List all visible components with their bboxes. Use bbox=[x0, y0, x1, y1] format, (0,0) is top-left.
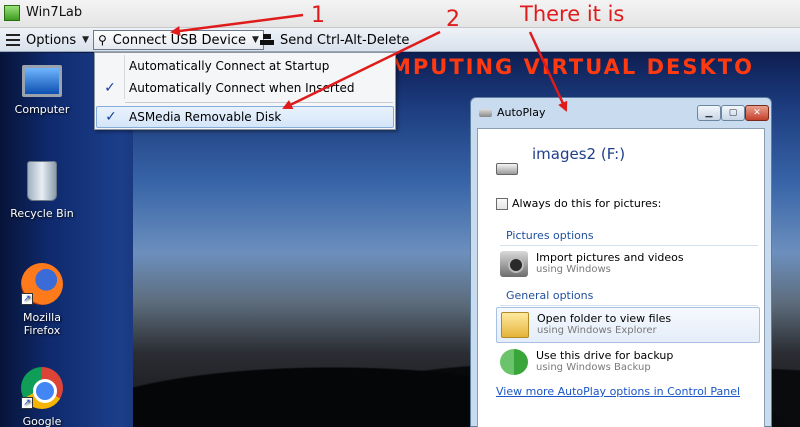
removable-drive-icon bbox=[496, 163, 518, 175]
chevron-down-icon: ▼ bbox=[82, 35, 90, 45]
hamburger-icon bbox=[6, 34, 20, 46]
section-divider bbox=[500, 305, 758, 306]
desktop-icon-label: Google bbox=[22, 415, 62, 427]
annotation-1: 1 bbox=[311, 3, 325, 28]
drive-small-icon bbox=[479, 109, 492, 117]
desktop-icon-recycle-bin[interactable]: Recycle Bin bbox=[2, 161, 82, 220]
desktop-icon-label: Mozilla Firefox bbox=[23, 311, 61, 337]
title-bar: Win7Lab bbox=[0, 0, 800, 28]
control-panel-link[interactable]: View more AutoPlay options in Control Pa… bbox=[496, 385, 740, 398]
autoplay-body: images2 (F:) Always do this for pictures… bbox=[477, 128, 765, 427]
menu-item-connect-when-inserted[interactable]: ✓ Automatically Connect when Inserted bbox=[96, 77, 394, 99]
options-button[interactable]: Options ▼ bbox=[2, 30, 93, 50]
usb-device-menu: Automatically Connect at Startup ✓ Autom… bbox=[94, 52, 396, 130]
option-title: Open folder to view files bbox=[537, 312, 672, 325]
option-title: Import pictures and videos bbox=[536, 251, 684, 264]
use-drive-for-backup-option[interactable]: Use this drive for backup using Windows … bbox=[496, 345, 760, 381]
drive-name: images2 (F:) bbox=[532, 145, 626, 163]
annotation-2: 2 bbox=[446, 7, 460, 32]
backup-icon bbox=[500, 349, 528, 375]
autoplay-title: AutoPlay bbox=[497, 106, 546, 119]
folder-icon bbox=[501, 312, 529, 338]
connect-usb-device-button[interactable]: ⚲ Connect USB Device ▼ bbox=[93, 30, 264, 50]
usb-icon: ⚲ bbox=[98, 33, 107, 47]
menu-item-label: Automatically Connect at Startup bbox=[124, 55, 329, 77]
minimize-button[interactable]: ▁ bbox=[697, 105, 721, 121]
menu-item-label: ASMedia Removable Disk bbox=[129, 110, 282, 124]
connect-usb-label: Connect USB Device bbox=[112, 32, 246, 48]
chrome-icon: ↗ bbox=[21, 367, 63, 409]
desktop-icon-chrome[interactable]: ↗ Google bbox=[2, 367, 82, 427]
option-subtitle: using Windows Backup bbox=[536, 362, 651, 373]
options-label: Options bbox=[26, 32, 77, 48]
send-cad-label: Send Ctrl-Alt-Delete bbox=[280, 32, 410, 48]
app-icon bbox=[4, 5, 20, 21]
general-options-heading: General options bbox=[506, 289, 594, 302]
import-pictures-option[interactable]: Import pictures and videos using Windows bbox=[496, 247, 760, 283]
menu-item-asmedia-removable-disk[interactable]: ✓ ASMedia Removable Disk bbox=[96, 106, 394, 128]
always-label: Always do this for pictures: bbox=[512, 197, 662, 210]
option-subtitle: using Windows bbox=[536, 264, 611, 275]
check-icon: ✓ bbox=[104, 80, 116, 96]
camera-icon bbox=[500, 251, 528, 277]
check-icon: ✓ bbox=[105, 109, 117, 125]
pictures-options-heading: Pictures options bbox=[506, 229, 594, 242]
option-title: Use this drive for backup bbox=[536, 349, 674, 362]
wallpaper-banner: MPUTING VIRTUAL DESKTO bbox=[390, 55, 754, 79]
send-ctrl-alt-delete-button[interactable]: Send Ctrl-Alt-Delete bbox=[256, 30, 413, 50]
window-title: Win7Lab bbox=[26, 5, 83, 20]
firefox-icon: ↗ bbox=[21, 263, 63, 305]
computer-icon bbox=[22, 65, 62, 97]
desktop-icon-label: Computer bbox=[14, 103, 70, 116]
maximize-button[interactable]: ▢ bbox=[721, 105, 745, 121]
open-folder-option[interactable]: Open folder to view files using Windows … bbox=[496, 307, 760, 343]
close-button[interactable]: ✕ bbox=[745, 105, 769, 121]
annotation-there-it-is: There it is bbox=[520, 2, 625, 26]
desktop-icon-computer[interactable]: Computer bbox=[2, 59, 82, 116]
option-subtitle: using Windows Explorer bbox=[537, 325, 657, 336]
autoplay-window: AutoPlay ▁ ▢ ✕ images2 (F:) Always do th… bbox=[470, 97, 772, 427]
shortcut-arrow-icon: ↗ bbox=[21, 397, 33, 409]
menu-item-label: Automatically Connect when Inserted bbox=[124, 77, 355, 99]
checkbox-icon bbox=[496, 197, 508, 210]
shortcut-arrow-icon: ↗ bbox=[21, 293, 33, 305]
menu-separator bbox=[125, 102, 393, 103]
desktop-icon-firefox[interactable]: ↗ Mozilla Firefox bbox=[2, 263, 82, 337]
recycle-bin-icon bbox=[27, 161, 57, 201]
menu-item-connect-at-startup[interactable]: Automatically Connect at Startup bbox=[96, 55, 394, 77]
desktop-icon-label: Recycle Bin bbox=[10, 207, 74, 220]
always-do-this-checkbox[interactable]: Always do this for pictures: bbox=[496, 197, 661, 210]
section-divider bbox=[500, 245, 758, 246]
toolbar: Options ▼ ⚲ Connect USB Device ▼ Send Ct… bbox=[0, 28, 800, 52]
keyboard-icon bbox=[260, 34, 274, 46]
